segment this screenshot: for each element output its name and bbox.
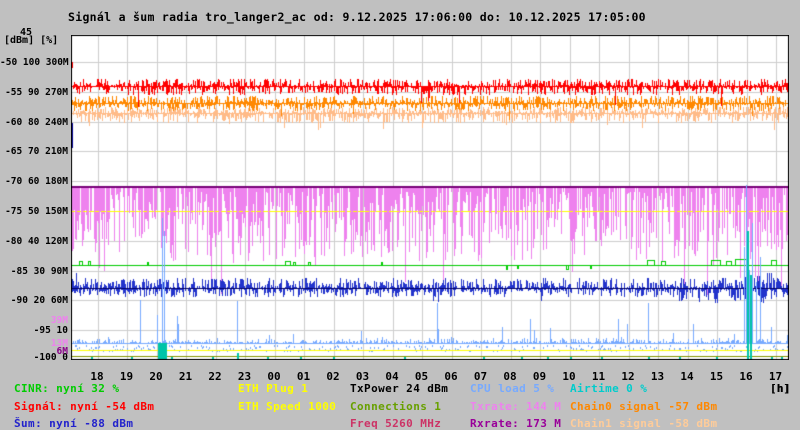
x-tick-label: 22 xyxy=(208,370,222,383)
y-tick-label: -90 20 60M xyxy=(10,295,68,307)
legend-item: Airtime 0 % xyxy=(570,382,648,395)
y-tick-label: -70 60 180M xyxy=(5,176,68,188)
side-value-label: 6M xyxy=(56,346,68,357)
legend-item: TxPower 24 dBm xyxy=(350,382,449,395)
side-value-label: 39M xyxy=(50,315,68,326)
legend-item: Chain1 signal -58 dBm xyxy=(570,417,718,430)
y-tick-label: -85 30 90M xyxy=(10,265,68,277)
legend-item: Rxrate: 173 M xyxy=(470,417,562,430)
y-tick-label: -80 40 120M xyxy=(5,235,68,247)
x-tick-label: 20 xyxy=(149,370,163,383)
page-title: Signál a šum radia tro_langer2_ac od: 9.… xyxy=(68,10,646,24)
legend-item: [h] xyxy=(770,382,792,395)
legend-item: ETH Plug 1 xyxy=(238,382,309,395)
y-axis-caption: [dBm] [%] xyxy=(4,35,59,46)
legend-item: Signál: nyní -54 dBm xyxy=(14,400,155,413)
legend-item: Connections 1 xyxy=(350,400,442,413)
y-tick-label: -75 50 150M xyxy=(5,206,68,217)
x-tick-label: 15 xyxy=(709,370,724,383)
y-tick-label: -50 100 300M xyxy=(0,57,69,68)
y-tick-label: -95 10 xyxy=(33,325,68,337)
legend-item: Txrate: 144 M xyxy=(470,400,562,413)
y-tick-label: -55 90 270M xyxy=(5,86,68,98)
y-tick-label: -60 80 240M xyxy=(5,116,68,128)
signal-noise-graph xyxy=(71,35,789,360)
x-tick-label: 21 xyxy=(178,370,193,383)
legend-item: ETH Speed 1000 xyxy=(238,400,337,413)
x-tick-label: 13 xyxy=(650,370,665,383)
x-tick-label: 14 xyxy=(680,370,694,383)
y-tick-label: -65 70 210M xyxy=(5,146,68,158)
legend-item: Šum: nyní -88 dBm xyxy=(14,417,134,430)
legend-item: CPU load 5 % xyxy=(470,382,555,395)
x-tick-label: 16 xyxy=(739,370,753,383)
legend-item: CINR: nyní 32 % xyxy=(14,382,120,395)
legend-item: Freq 5260 MHz xyxy=(350,417,442,430)
legend-item: Chain0 signal -57 dBm xyxy=(570,400,718,413)
x-tick-label: 02 xyxy=(326,370,340,383)
mrtg-signal-noise-page: Signál a šum radia tro_langer2_ac od: 9.… xyxy=(0,0,800,430)
